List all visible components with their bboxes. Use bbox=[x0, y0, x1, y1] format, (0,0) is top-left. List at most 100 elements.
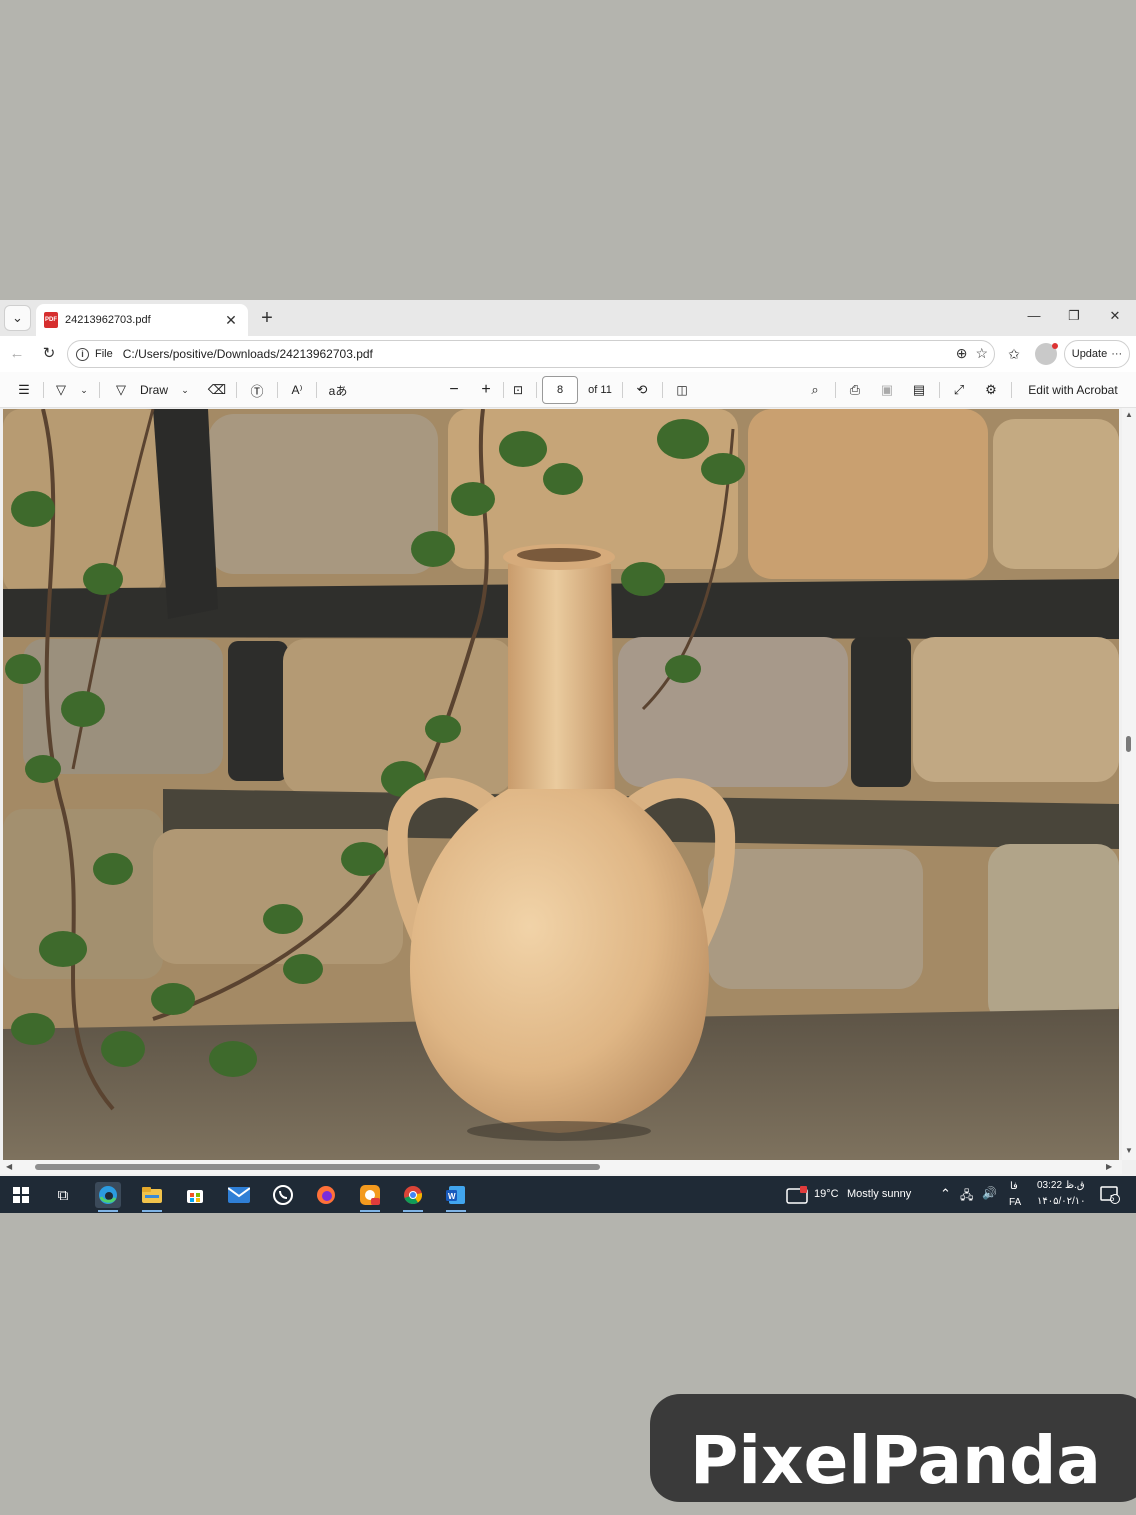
minimize-button[interactable]: — bbox=[1023, 308, 1045, 328]
tab-bar: ⌄ PDF 24213962703.pdf ✕ + — ❐ ✕ bbox=[0, 300, 1136, 336]
weather-description[interactable]: Mostly sunny bbox=[847, 1188, 911, 1200]
notification-count: 5 bbox=[1110, 1194, 1115, 1203]
settings-gear-icon[interactable]: ⚙ bbox=[981, 381, 1001, 399]
photo-app-icon[interactable] bbox=[357, 1182, 383, 1212]
zoom-in-button[interactable]: + bbox=[476, 381, 496, 399]
vertical-scroll-thumb[interactable] bbox=[1126, 736, 1131, 752]
file-explorer-icon[interactable] bbox=[139, 1182, 165, 1212]
store-icon[interactable] bbox=[182, 1182, 208, 1208]
divider bbox=[536, 382, 537, 398]
divider bbox=[43, 382, 44, 398]
divider bbox=[316, 382, 317, 398]
divider bbox=[662, 382, 663, 398]
divider bbox=[835, 382, 836, 398]
clock-date[interactable]: ۱۴۰۵/۰۲/۱۰ bbox=[1037, 1196, 1086, 1207]
draw-label[interactable]: Draw bbox=[138, 381, 170, 399]
horizontal-scroll-thumb[interactable] bbox=[35, 1164, 600, 1170]
arrow-left-icon: ← bbox=[9, 345, 25, 362]
chevron-down-icon: ⌄ bbox=[12, 310, 23, 325]
page-total-label: of 11 bbox=[588, 384, 612, 396]
edit-with-acrobat-button[interactable]: Edit with Acrobat bbox=[1022, 381, 1124, 399]
fit-page-icon[interactable]: ⊡ bbox=[508, 381, 528, 399]
scroll-left-arrow-icon[interactable]: ◀ bbox=[6, 1162, 12, 1171]
horizontal-scrollbar[interactable]: ◀ ▶ bbox=[0, 1160, 1122, 1174]
active-indicator bbox=[403, 1210, 423, 1212]
rotate-icon[interactable]: ⟲ bbox=[632, 381, 652, 399]
mail-icon[interactable] bbox=[226, 1182, 252, 1208]
scroll-right-arrow-icon[interactable]: ▶ bbox=[1106, 1162, 1112, 1171]
update-button[interactable]: Update ··· bbox=[1064, 340, 1130, 368]
pdf-page-photo bbox=[3, 409, 1119, 1160]
info-icon: i bbox=[76, 347, 89, 361]
text-box-icon[interactable]: Ⓣ bbox=[247, 381, 267, 399]
page-number-input[interactable]: 8 bbox=[542, 376, 578, 404]
language-top[interactable]: فا bbox=[1010, 1181, 1018, 1192]
amphora-photo-illustration bbox=[3, 409, 1119, 1160]
refresh-icon: ↻ bbox=[42, 345, 56, 362]
zoom-out-button[interactable]: − bbox=[444, 381, 464, 399]
translate-icon[interactable]: aあ bbox=[326, 381, 350, 399]
chevron-up-icon[interactable]: ⌃ bbox=[940, 1186, 951, 1202]
pdf-toolbar: ☰ ▽ ⌄ ▽ Draw ⌄ ⌫ Ⓣ A⁾ aあ − + ⊡ 8 of 11 ⟲ bbox=[0, 372, 1136, 408]
screen-background: ⌄ PDF 24213962703.pdf ✕ + — ❐ ✕ ← ↻ i Fi… bbox=[0, 0, 1136, 1515]
edge-icon[interactable] bbox=[95, 1182, 121, 1212]
active-indicator bbox=[142, 1210, 162, 1212]
restore-button[interactable]: ❐ bbox=[1063, 308, 1085, 328]
divider bbox=[236, 382, 237, 398]
url-scheme: File bbox=[95, 348, 113, 360]
divider bbox=[277, 382, 278, 398]
active-indicator bbox=[446, 1210, 466, 1212]
clock-time[interactable]: 03:22 ق.ظ bbox=[1037, 1180, 1085, 1191]
firefox-icon[interactable] bbox=[313, 1182, 339, 1208]
divider bbox=[622, 382, 623, 398]
refresh-button[interactable]: ↻ bbox=[38, 344, 60, 364]
save-as-icon[interactable]: ▤ bbox=[909, 381, 929, 399]
browser-window: ⌄ PDF 24213962703.pdf ✕ + — ❐ ✕ ← ↻ i Fi… bbox=[0, 300, 1136, 1213]
watermark-text: PixelPanda bbox=[690, 1422, 1101, 1499]
weather-icon[interactable] bbox=[784, 1182, 810, 1208]
start-icon[interactable] bbox=[8, 1182, 34, 1208]
eraser-icon[interactable]: ⌫ bbox=[207, 381, 227, 399]
chrome-icon[interactable] bbox=[400, 1182, 426, 1212]
svg-text:W: W bbox=[448, 1192, 456, 1201]
new-tab-button[interactable]: + bbox=[255, 306, 279, 330]
chevron-down-icon[interactable]: ⌄ bbox=[78, 381, 90, 399]
more-icon: ··· bbox=[1111, 348, 1123, 360]
close-window-button[interactable]: ✕ bbox=[1104, 308, 1126, 328]
zoom-icon[interactable]: ⊕ bbox=[956, 345, 968, 362]
tab-actions-button[interactable]: ⌄ bbox=[4, 305, 31, 331]
favorites-icon[interactable]: ✩ bbox=[1003, 344, 1025, 364]
scroll-up-arrow-icon[interactable]: ▲ bbox=[1125, 410, 1133, 419]
active-indicator bbox=[360, 1210, 380, 1212]
pdf-document-area[interactable]: ▲ ▼ ◀ ▶ bbox=[0, 408, 1136, 1176]
back-button[interactable]: ← bbox=[6, 344, 28, 364]
windows-taskbar: ⧉ W 19°C Mostly sunny ⌃ 🖧 🔊 فا FA 03:22 … bbox=[0, 1176, 1136, 1213]
chevron-down-icon[interactable]: ⌄ bbox=[179, 381, 191, 399]
weather-temperature[interactable]: 19°C bbox=[814, 1188, 839, 1200]
fullscreen-icon[interactable]: ⤢ bbox=[949, 381, 969, 399]
vertical-scrollbar[interactable]: ▲ ▼ bbox=[1122, 408, 1136, 1160]
search-icon[interactable]: ⌕ bbox=[805, 381, 825, 399]
profile-avatar[interactable] bbox=[1035, 343, 1058, 365]
volume-icon[interactable]: 🔊 bbox=[982, 1186, 997, 1200]
tab-pdf[interactable]: PDF 24213962703.pdf ✕ bbox=[36, 304, 248, 336]
contents-list-icon[interactable]: ☰ bbox=[13, 381, 35, 399]
word-icon[interactable]: W bbox=[443, 1182, 469, 1212]
save-icon[interactable]: ▣ bbox=[877, 381, 897, 399]
language-bottom[interactable]: FA bbox=[1009, 1197, 1021, 1208]
task-view-icon[interactable]: ⧉ bbox=[50, 1182, 76, 1208]
whatsapp-icon[interactable] bbox=[270, 1182, 296, 1208]
print-icon[interactable]: ⎙ bbox=[845, 381, 865, 399]
highlight-icon[interactable]: ▽ bbox=[52, 381, 70, 399]
address-bar-row: ← ↻ i File C:/Users/positive/Downloads/2… bbox=[0, 336, 1136, 372]
tab-close-button[interactable]: ✕ bbox=[222, 312, 240, 329]
favorite-star-icon[interactable]: ☆ bbox=[975, 345, 988, 362]
read-aloud-icon[interactable]: A⁾ bbox=[287, 381, 307, 399]
pdf-file-icon: PDF bbox=[44, 312, 58, 328]
draw-icon[interactable]: ▽ bbox=[112, 381, 130, 399]
address-input[interactable]: i File C:/Users/positive/Downloads/24213… bbox=[67, 340, 995, 368]
page-view-icon[interactable]: ◫ bbox=[672, 381, 692, 399]
network-icon[interactable]: 🖧 bbox=[960, 1186, 973, 1207]
notification-dot bbox=[1052, 343, 1058, 349]
scroll-down-arrow-icon[interactable]: ▼ bbox=[1125, 1146, 1133, 1155]
